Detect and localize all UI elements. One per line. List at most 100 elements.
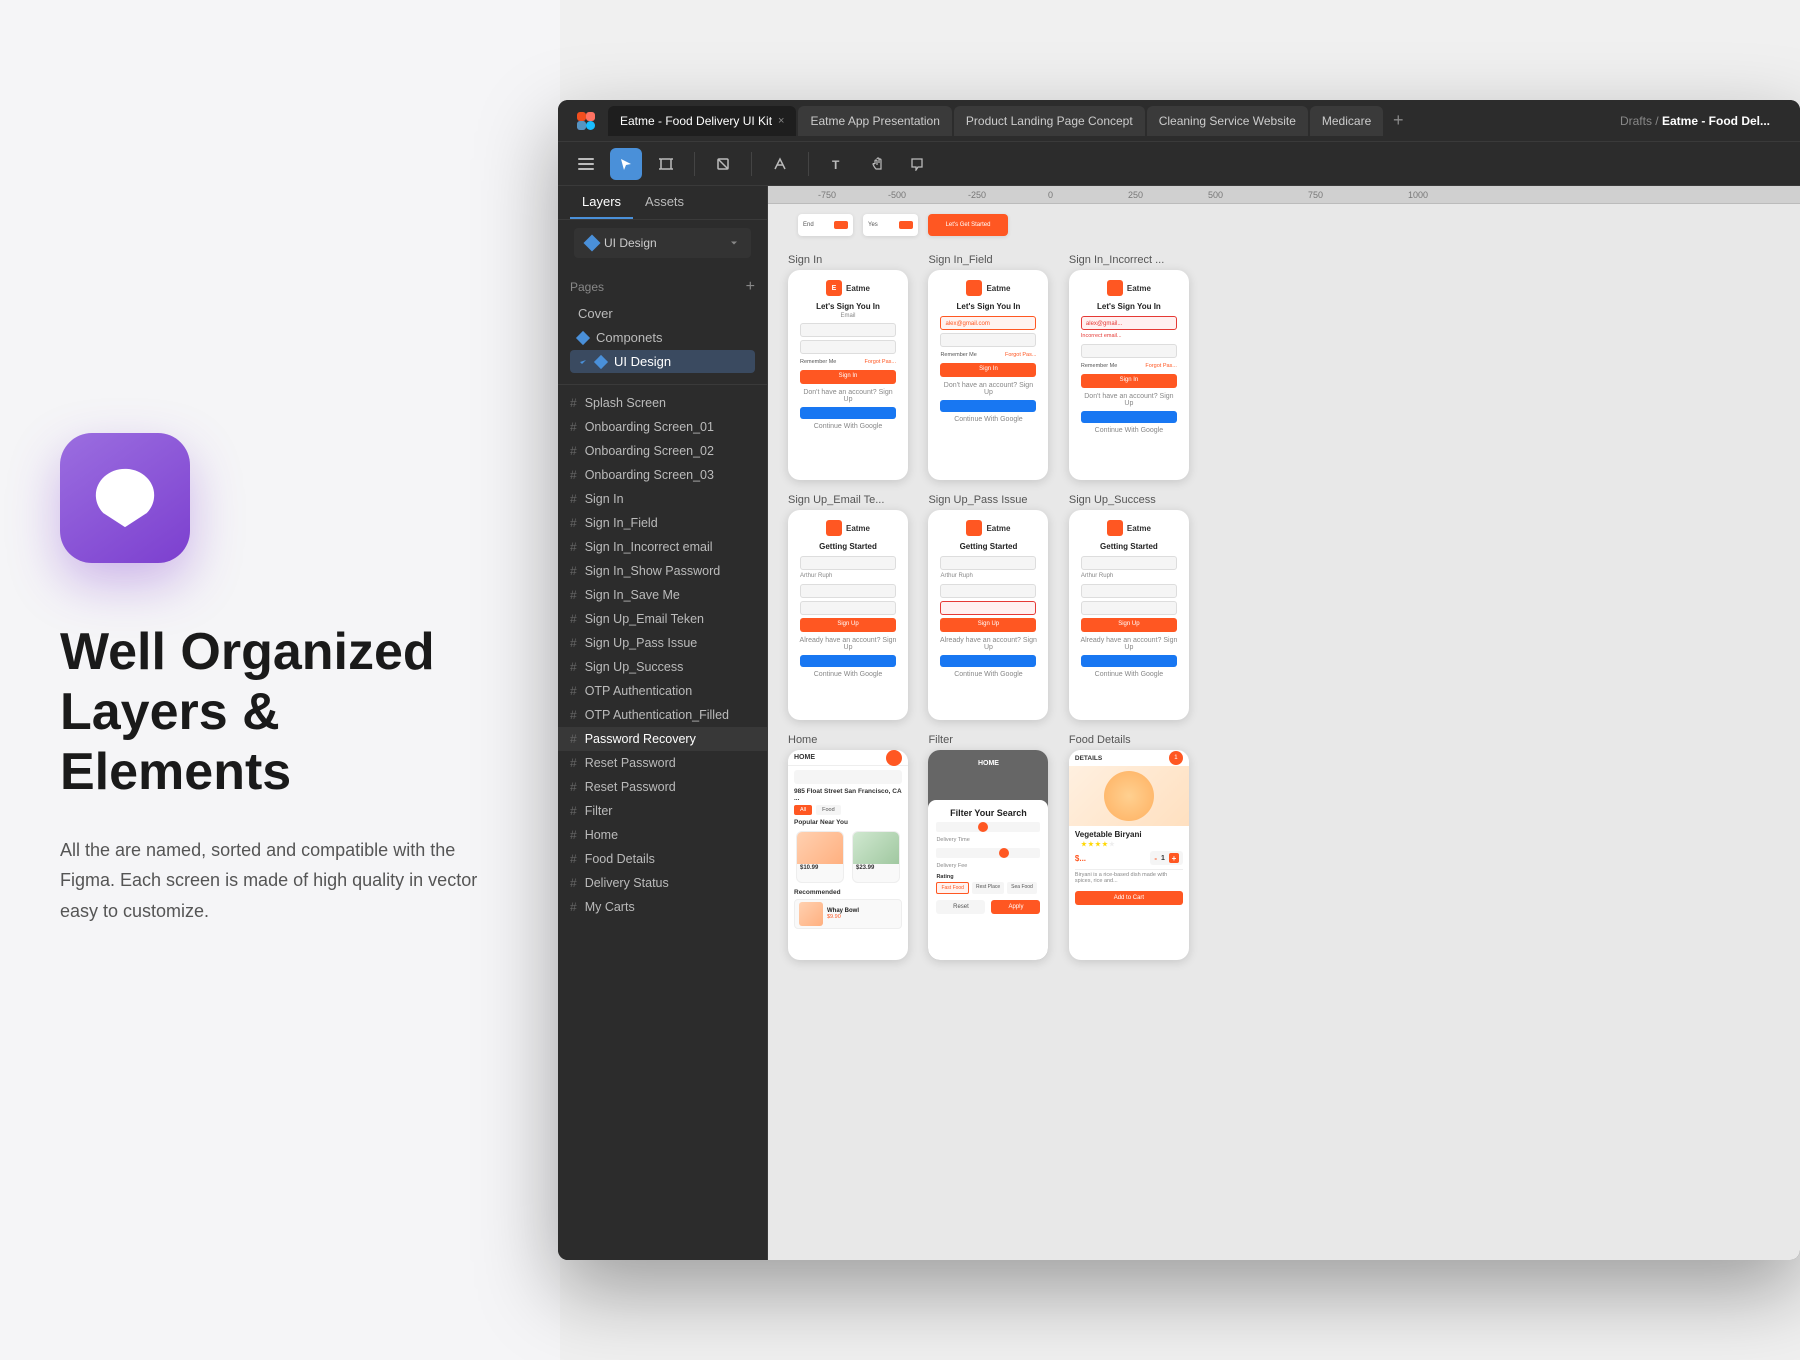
- layer-splash-screen[interactable]: # Splash Screen: [558, 391, 767, 415]
- su-signup-btn-1: Sign Up: [800, 618, 896, 632]
- layer-onboarding-01[interactable]: # Onboarding Screen_01: [558, 415, 767, 439]
- sub-text: All the are named, sorted and compatible…: [60, 835, 480, 927]
- ui-design-badge[interactable]: UI Design: [574, 228, 751, 258]
- sign-in-btn-text-2: Sign In: [940, 363, 1036, 372]
- select-tool[interactable]: [610, 148, 642, 180]
- home-frame-label: Home: [788, 734, 908, 746]
- rec-food-info: Whay Bowl $9.90: [827, 908, 859, 920]
- star-3: [1095, 841, 1101, 847]
- top-mini-frame-2: Yes: [863, 214, 918, 236]
- google-text-2: Continue With Google: [934, 414, 1042, 425]
- hash-icon: #: [570, 492, 577, 506]
- layer-onboarding-02[interactable]: # Onboarding Screen_02: [558, 439, 767, 463]
- su-google-text-3: Continue With Google: [1075, 669, 1183, 680]
- home-content: HOME 985 Float Street San Francisco, CA …: [788, 750, 908, 933]
- getting-started-title-2: Getting Started: [934, 540, 1042, 553]
- google-text: Continue With Google: [794, 421, 902, 432]
- shape-tool[interactable]: [707, 148, 739, 180]
- eatme-name-su3: Eatme: [1127, 524, 1151, 533]
- page-ui-design[interactable]: UI Design: [570, 350, 755, 373]
- signup-success-content: Eatme Getting Started Arthur Ruph Sign U…: [1069, 510, 1189, 686]
- tab-medicare[interactable]: Medicare: [1310, 106, 1383, 136]
- close-icon[interactable]: ×: [778, 115, 784, 127]
- figma-logo: [572, 107, 600, 135]
- layer-reset-pw-2[interactable]: # Reset Password: [558, 775, 767, 799]
- layer-reset-pw-1[interactable]: # Reset Password: [558, 751, 767, 775]
- layer-signup-success[interactable]: # Sign Up_Success: [558, 655, 767, 679]
- text-tool[interactable]: T: [821, 148, 853, 180]
- food-name: Vegetable Biryani: [1075, 830, 1183, 839]
- layers-tab[interactable]: Layers: [570, 186, 633, 219]
- tab-label: Eatme App Presentation: [810, 114, 939, 128]
- layer-signup-pass[interactable]: # Sign Up_Pass Issue: [558, 631, 767, 655]
- filter-reset-text: Reset: [953, 904, 969, 910]
- su-pw-input-3: [1081, 601, 1177, 615]
- su-have-account-1: Already have an account? Sign Up: [794, 635, 902, 653]
- layer-sign-in-field[interactable]: # Sign In_Field: [558, 511, 767, 535]
- layer-sign-in-show-pw[interactable]: # Sign In_Show Password: [558, 559, 767, 583]
- layer-food-details[interactable]: # Food Details: [558, 847, 767, 871]
- hash-icon: #: [570, 396, 577, 410]
- layer-sign-in[interactable]: # Sign In: [558, 487, 767, 511]
- orange-btn-mini: [834, 221, 848, 229]
- eatme-icon: E: [826, 280, 842, 296]
- details-divider: [1075, 869, 1183, 870]
- eatme-name-2: Eatme: [986, 284, 1010, 293]
- assets-tab[interactable]: Assets: [633, 186, 696, 219]
- layer-filter[interactable]: # Filter: [558, 799, 767, 823]
- layer-password-recovery[interactable]: # Password Recovery: [558, 727, 767, 751]
- pages-header: Pages +: [570, 274, 755, 302]
- filter-frame-label: Filter: [928, 734, 1048, 746]
- canvas-area[interactable]: -750 -500 -250 0 250 500 750 1000 End: [768, 186, 1800, 1260]
- filter-delivery-label: Delivery Time: [936, 835, 1040, 845]
- layer-home[interactable]: # Home: [558, 823, 767, 847]
- menu-button[interactable]: [570, 148, 602, 180]
- tab-eatme[interactable]: Eatme - Food Delivery UI Kit ×: [608, 106, 796, 136]
- layer-label: Food Details: [585, 852, 655, 866]
- layer-label: Sign Up_Success: [585, 660, 684, 674]
- getting-started-title-1: Getting Started: [794, 540, 902, 553]
- layer-signup-email[interactable]: # Sign Up_Email Teken: [558, 607, 767, 631]
- su-email-input: [800, 556, 896, 570]
- category-food: Food: [816, 805, 841, 815]
- eatme-header: E Eatme: [794, 276, 902, 300]
- hash-icon: #: [570, 804, 577, 818]
- layer-sign-in-incorrect[interactable]: # Sign In_Incorrect email: [558, 535, 767, 559]
- pen-tool[interactable]: [764, 148, 796, 180]
- su-signup-btn-text-3: Sign Up: [1081, 618, 1177, 627]
- sign-in-title: Let's Sign You In: [794, 300, 902, 313]
- comment-tool[interactable]: [901, 148, 933, 180]
- top-frame-text: Let's Get Started: [946, 222, 991, 228]
- layer-my-carts[interactable]: # My Carts: [558, 895, 767, 919]
- tab-presentation[interactable]: Eatme App Presentation: [798, 106, 951, 136]
- food-price-2: $23.99: [853, 864, 899, 872]
- hash-icon: #: [570, 756, 577, 770]
- add-tab-button[interactable]: +: [1385, 108, 1411, 134]
- details-nav: DETAILS 1: [1069, 750, 1189, 766]
- email-input-mini: [800, 323, 896, 337]
- filter-tag-3: Sea Food: [1007, 882, 1037, 894]
- layer-label: Onboarding Screen_03: [585, 468, 714, 482]
- tab-landing[interactable]: Product Landing Page Concept: [954, 106, 1145, 136]
- add-page-button[interactable]: +: [746, 278, 755, 296]
- page-componets[interactable]: Componets: [570, 326, 755, 349]
- food-circle-img: [1104, 771, 1154, 821]
- food-details-content: DETAILS 1: [1069, 750, 1189, 905]
- tab-cleaning[interactable]: Cleaning Service Website: [1147, 106, 1308, 136]
- password-input-mini: [800, 340, 896, 354]
- layer-otp[interactable]: # OTP Authentication: [558, 679, 767, 703]
- layer-otp-filled[interactable]: # OTP Authentication_Filled: [558, 703, 767, 727]
- hash-icon: #: [570, 684, 577, 698]
- hand-tool[interactable]: [861, 148, 893, 180]
- tab-label: Eatme - Food Delivery UI Kit: [620, 114, 772, 128]
- layer-onboarding-03[interactable]: # Onboarding Screen_03: [558, 463, 767, 487]
- title-bar: Eatme - Food Delivery UI Kit × Eatme App…: [558, 100, 1800, 142]
- food-price-detail: $...: [1075, 854, 1086, 863]
- home-avatar: [886, 750, 902, 766]
- filter-btns: Reset Apply: [936, 900, 1040, 914]
- layer-sign-in-save[interactable]: # Sign In_Save Me: [558, 583, 767, 607]
- page-cover[interactable]: Cover: [570, 302, 755, 325]
- hash-icon: #: [570, 636, 577, 650]
- frame-tool[interactable]: [650, 148, 682, 180]
- layer-delivery-status[interactable]: # Delivery Status: [558, 871, 767, 895]
